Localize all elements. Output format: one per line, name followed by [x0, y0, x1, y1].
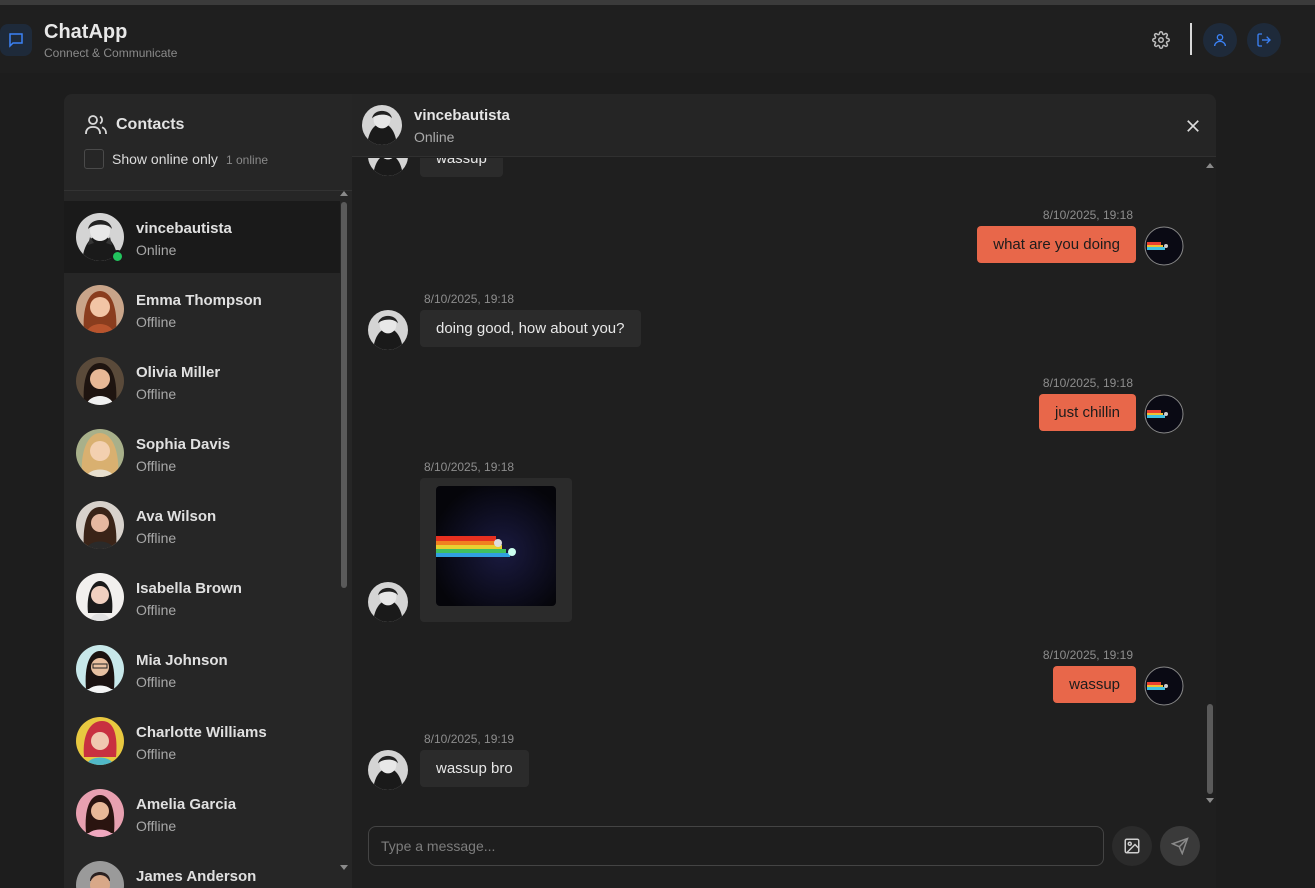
my-avatar: [1144, 666, 1184, 706]
app-title: ChatApp: [44, 21, 128, 43]
avatar: [76, 573, 124, 621]
contact-name: Amelia Garcia: [136, 796, 237, 813]
contact-name: Olivia Miller: [136, 364, 221, 381]
incoming-message: wassup bro: [420, 750, 529, 787]
sender-avatar: [368, 158, 408, 176]
online-indicator: [111, 250, 124, 263]
avatar: [76, 429, 124, 477]
message-input[interactable]: [368, 826, 1104, 866]
outgoing-message: just chillin: [1038, 394, 1136, 431]
contact-item-sophia-davis[interactable]: Sophia Davis Offline: [64, 417, 340, 489]
contact-list: vincebautista Online Emma Thompson Offli…: [64, 201, 340, 888]
attach-image-button[interactable]: [1112, 826, 1152, 866]
contact-name: Isabella Brown: [136, 580, 242, 597]
contact-item-olivia-miller[interactable]: Olivia Miller Offline: [64, 345, 340, 417]
contact-item-vincebautista[interactable]: vincebautista Online: [64, 201, 340, 273]
close-chat-button[interactable]: [1180, 113, 1206, 139]
close-icon: [1187, 120, 1199, 132]
incoming-message: doing good, how about you?: [420, 310, 641, 347]
show-online-label[interactable]: Show online only: [112, 151, 218, 167]
logout-button[interactable]: [1247, 23, 1281, 57]
incoming-image-message: [420, 478, 572, 622]
settings-button[interactable]: [1144, 23, 1178, 57]
app-subtitle: Connect & Communicate: [44, 46, 178, 60]
online-count: 1 online: [226, 153, 269, 167]
message-timestamp: 8/10/2025, 19:18: [424, 460, 515, 474]
contact-item-charlotte-williams[interactable]: Charlotte Williams Offline: [64, 705, 340, 777]
users-icon: [85, 115, 107, 134]
contact-name: Ava Wilson: [136, 508, 217, 525]
contact-status: Offline: [136, 746, 177, 762]
contact-item-ava-wilson[interactable]: Ava Wilson Offline: [64, 489, 340, 561]
contact-name: Mia Johnson: [136, 652, 228, 669]
user-icon: [1214, 34, 1226, 47]
message-timestamp: 8/10/2025, 19:18: [1042, 376, 1133, 390]
incoming-message: wassup: [420, 158, 503, 177]
avatar: [76, 501, 124, 549]
contact-name: Charlotte Williams: [136, 724, 267, 741]
contact-status: Offline: [136, 314, 177, 330]
avatar: [76, 645, 124, 693]
contact-name: James Anderson: [136, 868, 257, 885]
contacts-panel: Contacts Show online only 1 online vince…: [64, 94, 352, 888]
contact-item-isabella-brown[interactable]: Isabella Brown Offline: [64, 561, 340, 633]
contact-status: Offline: [136, 818, 177, 834]
contact-status: Offline: [136, 674, 177, 690]
contact-item-mia-johnson[interactable]: Mia Johnson Offline: [64, 633, 340, 705]
outgoing-message: what are you doing: [977, 226, 1136, 263]
app-header: ChatApp Connect & Communicate: [0, 5, 1315, 73]
profile-button[interactable]: [1203, 23, 1237, 57]
header-divider: [1190, 23, 1192, 55]
message-timestamp: 8/10/2025, 19:19: [424, 732, 515, 746]
image-icon: [1124, 838, 1140, 854]
outgoing-message: wassup: [1053, 666, 1136, 703]
avatar: [76, 789, 124, 837]
avatar: [76, 285, 124, 333]
sender-avatar: [368, 582, 408, 622]
chat-contact-name: vincebautista: [414, 107, 510, 124]
sender-avatar: [368, 750, 408, 790]
show-online-checkbox[interactable]: [84, 149, 104, 169]
app-logo[interactable]: [0, 24, 32, 56]
chat-contact-avatar: [362, 105, 402, 145]
shared-image[interactable]: [436, 486, 556, 606]
message-list: wassup 8/10/2025, 19:18 what are you doi…: [352, 158, 1216, 808]
contacts-title: Contacts: [116, 116, 185, 133]
chat-panel: vincebautista Online wassup 8/10/2025, 1…: [352, 94, 1216, 888]
avatar: [76, 717, 124, 765]
contact-status: Offline: [136, 386, 177, 402]
send-button[interactable]: [1160, 826, 1200, 866]
contact-item-james-anderson[interactable]: James Anderson: [64, 849, 340, 888]
avatar: [76, 357, 124, 405]
chat-header: vincebautista Online: [352, 94, 1216, 157]
contact-item-amelia-garcia[interactable]: Amelia Garcia Offline: [64, 777, 340, 849]
contact-status: Offline: [136, 602, 177, 618]
my-avatar: [1144, 394, 1184, 434]
avatar: [76, 861, 124, 888]
contact-name: vincebautista: [136, 220, 232, 237]
message-timestamp: 8/10/2025, 19:18: [1042, 208, 1133, 222]
chat-contact-status: Online: [414, 129, 455, 145]
settings-icon: [1152, 31, 1170, 49]
send-icon: [1171, 837, 1189, 855]
contact-status: Offline: [136, 458, 177, 474]
sender-avatar: [368, 310, 408, 350]
contact-name: Emma Thompson: [136, 292, 262, 309]
contact-name: Sophia Davis: [136, 436, 231, 453]
contact-item-emma-thompson[interactable]: Emma Thompson Offline: [64, 273, 340, 345]
my-avatar: [1144, 226, 1184, 266]
logout-icon: [1257, 33, 1271, 47]
chat-bubble-icon: [9, 33, 23, 48]
contact-status: Offline: [136, 530, 177, 546]
contacts-scrollbar[interactable]: [338, 188, 350, 888]
contact-status: Online: [136, 242, 177, 258]
message-timestamp: 8/10/2025, 19:18: [424, 292, 515, 306]
message-timestamp: 8/10/2025, 19:19: [1042, 648, 1133, 662]
messages-scrollbar[interactable]: [1204, 158, 1216, 808]
contacts-header: Contacts Show online only 1 online: [64, 94, 352, 191]
